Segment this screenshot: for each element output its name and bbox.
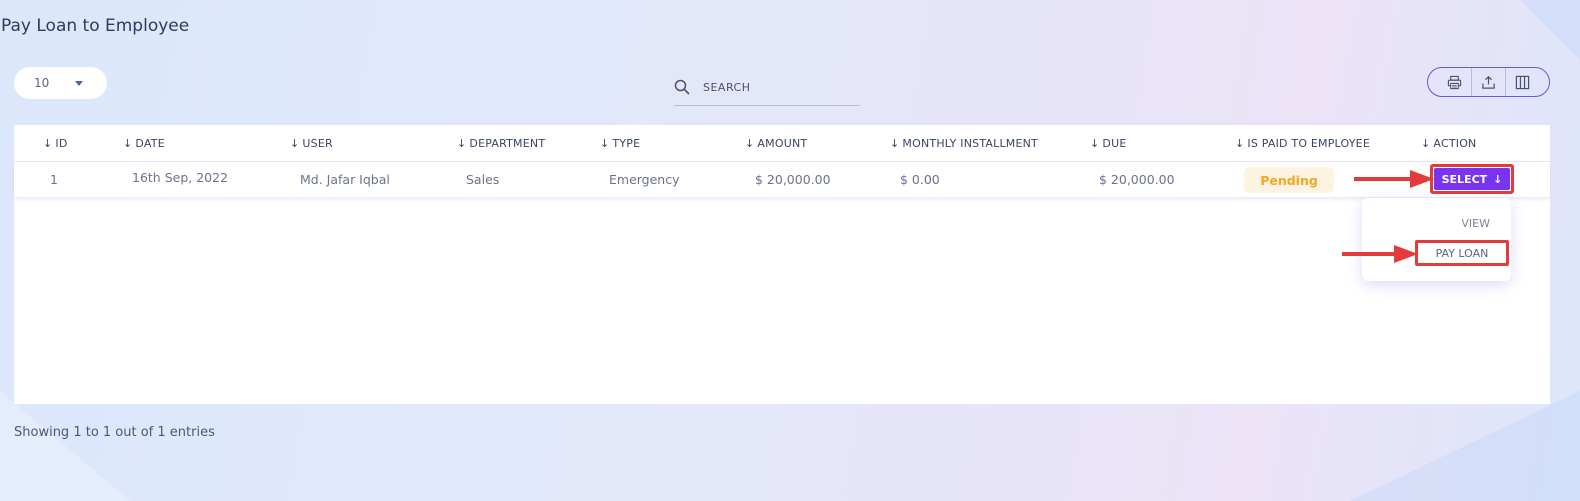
sort-arrow-icon: ↓: [600, 137, 610, 150]
column-header-amount[interactable]: ↓ AMOUNT: [745, 137, 807, 150]
cell-amount: $ 20,000.00: [755, 172, 831, 187]
column-header-date[interactable]: ↓ DATE: [123, 137, 165, 150]
menu-item-view[interactable]: VIEW: [1461, 217, 1490, 230]
menu-item-pay-loan[interactable]: PAY LOAN: [1415, 240, 1509, 266]
status-badge: Pending: [1244, 167, 1334, 193]
table-row: 1 16th Sep, 2022 Md. Jafar Iqbal Sales E…: [14, 162, 1550, 198]
cell-monthly-installment: $ 0.00: [900, 172, 940, 187]
page-size-select[interactable]: 10: [14, 67, 107, 99]
column-header-monthly-installment[interactable]: ↓ MONTHLY INSTALLMENT: [890, 137, 1038, 150]
background-shape: [0, 391, 130, 501]
columns-icon: [1515, 75, 1530, 89]
column-header-action[interactable]: ↓ ACTION: [1421, 137, 1476, 150]
column-header-due[interactable]: ↓ DUE: [1090, 137, 1127, 150]
cell-date: 16th Sep, 2022: [132, 170, 229, 185]
table-header: ↓ ID ↓ DATE ↓ USER ↓ DEPARTMENT ↓ TYPE ↓ AMOUN…: [14, 125, 1550, 162]
arrow-down-icon: ↓: [1493, 172, 1503, 186]
search-box[interactable]: [674, 73, 860, 106]
export-icon: [1482, 75, 1495, 89]
background-shape: [1350, 391, 1580, 501]
cell-due: $ 20,000.00: [1099, 172, 1175, 187]
search-icon: [674, 79, 690, 95]
sort-arrow-icon: ↓: [123, 137, 133, 150]
sort-arrow-icon: ↓: [43, 137, 53, 150]
sort-arrow-icon: ↓: [290, 137, 300, 150]
page-size-value: 10: [34, 76, 50, 90]
entries-info: Showing 1 to 1 out of 1 entries: [14, 425, 215, 440]
columns-button[interactable]: [1506, 68, 1549, 96]
select-label: SELECT: [1441, 172, 1488, 186]
cell-user: Md. Jafar Iqbal: [300, 172, 390, 187]
sort-arrow-icon: ↓: [1090, 137, 1100, 150]
column-header-user[interactable]: ↓ USER: [290, 137, 333, 150]
cell-id: 1: [50, 172, 58, 187]
search-input[interactable]: [703, 79, 853, 95]
cell-department: Sales: [466, 172, 500, 187]
column-header-type[interactable]: ↓ TYPE: [600, 137, 640, 150]
sort-arrow-icon: ↓: [457, 137, 467, 150]
column-header-id[interactable]: ↓ ID: [43, 137, 68, 150]
sort-arrow-icon: ↓: [1235, 137, 1245, 150]
annotation-arrow-icon: [1342, 245, 1418, 263]
caret-down-icon: [75, 81, 83, 86]
print-button[interactable]: [1428, 68, 1472, 96]
sort-arrow-icon: ↓: [745, 137, 755, 150]
column-header-is-paid[interactable]: ↓ IS PAID TO EMPLOYEE: [1235, 137, 1370, 150]
export-button[interactable]: [1472, 68, 1506, 96]
column-header-department[interactable]: ↓ DEPARTMENT: [457, 137, 545, 150]
annotation-arrow-icon: [1354, 170, 1434, 188]
loan-table: ↓ ID ↓ DATE ↓ USER ↓ DEPARTMENT ↓ TYPE ↓ AMOUN…: [14, 125, 1550, 404]
action-dropdown-menu: VIEW PAY LOAN: [1362, 198, 1511, 281]
page-title: Pay Loan to Employee: [1, 16, 190, 36]
cell-type: Emergency: [609, 172, 680, 187]
background-shape: [1520, 0, 1580, 60]
select-action-button[interactable]: SELECT ↓: [1430, 164, 1514, 194]
table-tools: [1427, 67, 1550, 97]
print-icon: [1447, 75, 1462, 89]
sort-arrow-icon: ↓: [890, 137, 900, 150]
sort-arrow-icon: ↓: [1421, 137, 1431, 150]
